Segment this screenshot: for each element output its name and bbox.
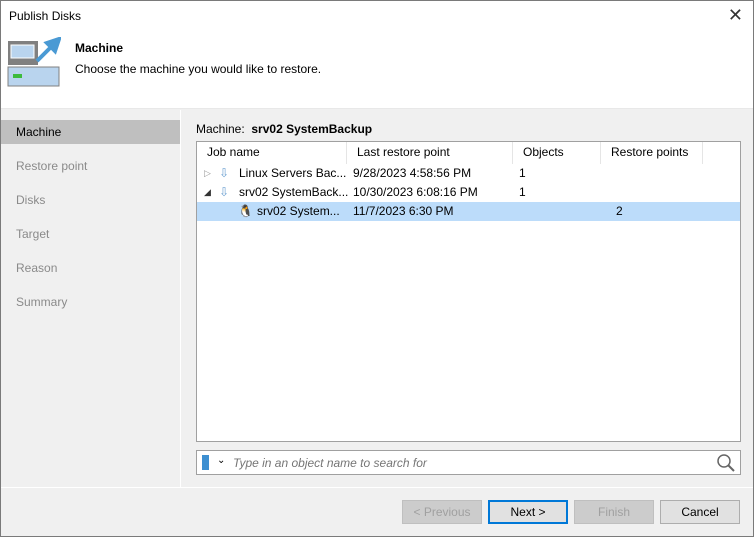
collapse-icon[interactable]: ◢ <box>197 183 219 202</box>
table-row-selected[interactable]: 🐧 srv02 System... 11/7/2023 6:30 PM 2 <box>197 202 740 221</box>
cancel-button[interactable]: Cancel <box>660 500 740 524</box>
wizard-steps: Machine Restore point Disks Target Reaso… <box>1 110 181 487</box>
step-summary: Summary <box>16 295 68 309</box>
next-button[interactable]: Next > <box>488 500 568 524</box>
step-restore-point: Restore point <box>16 159 88 173</box>
linux-machine-icon: 🐧 <box>238 204 253 218</box>
machine-label-text: Machine: <box>196 122 245 136</box>
title-bar: Publish Disks ✕ <box>1 1 753 31</box>
wizard-header: Machine Choose the machine you would lik… <box>1 31 753 109</box>
machine-label: Machine: srv02 SystemBackup <box>196 122 372 136</box>
job-name: Linux Servers Bac... <box>239 166 347 180</box>
divider <box>1 487 753 488</box>
close-icon[interactable]: ✕ <box>728 5 743 26</box>
objects: 1 <box>519 166 526 180</box>
last-restore-point: 11/7/2023 6:30 PM <box>353 204 454 218</box>
step-subtitle: Choose the machine you would like to res… <box>75 62 322 76</box>
job-name: srv02 System... <box>257 204 340 218</box>
search-icon[interactable] <box>716 453 736 473</box>
step-title: Machine <box>75 41 124 55</box>
step-reason: Reason <box>16 261 58 275</box>
object-search-box: ⌄ <box>196 450 741 475</box>
search-input[interactable] <box>233 454 703 471</box>
window-title: Publish Disks <box>9 9 82 23</box>
last-restore-point: 10/30/2023 6:08:16 PM <box>353 185 478 199</box>
col-job-name[interactable]: Job name <box>197 142 347 164</box>
job-name: srv02 SystemBack... <box>239 185 349 199</box>
col-restore-points[interactable]: Restore points <box>601 142 703 164</box>
last-restore-point: 9/28/2023 4:58:56 PM <box>353 166 472 180</box>
step-machine[interactable]: Machine <box>1 120 180 144</box>
previous-button[interactable]: < Previous <box>402 500 482 524</box>
step-target: Target <box>16 227 50 241</box>
finish-button[interactable]: Finish <box>574 500 654 524</box>
object-type-icon[interactable] <box>202 455 209 470</box>
machine-value: srv02 SystemBackup <box>251 122 373 136</box>
publish-disks-window: Publish Disks ✕ Machine Choose the machi… <box>0 0 754 537</box>
table-row[interactable]: ◢ ⇩ srv02 SystemBack... 10/30/2023 6:08:… <box>197 183 740 202</box>
objects: 1 <box>519 185 526 199</box>
chevron-down-icon[interactable]: ⌄ <box>217 455 225 466</box>
machine-tree-list[interactable]: Job name Last restore point Objects Rest… <box>196 141 741 442</box>
col-objects[interactable]: Objects <box>513 142 601 164</box>
publish-machine-icon <box>7 37 61 87</box>
table-row[interactable]: ▷ ⇩ Linux Servers Bac... 9/28/2023 4:58:… <box>197 164 740 183</box>
objects <box>519 202 616 221</box>
job-icon: ⇩ <box>219 166 230 180</box>
step-disks: Disks <box>16 193 46 207</box>
restore-points: 2 <box>616 204 623 218</box>
expand-icon[interactable]: ▷ <box>197 164 219 183</box>
job-icon: ⇩ <box>219 185 230 199</box>
col-last-restore-point[interactable]: Last restore point <box>347 142 513 164</box>
column-headers: Job name Last restore point Objects Rest… <box>197 142 740 164</box>
